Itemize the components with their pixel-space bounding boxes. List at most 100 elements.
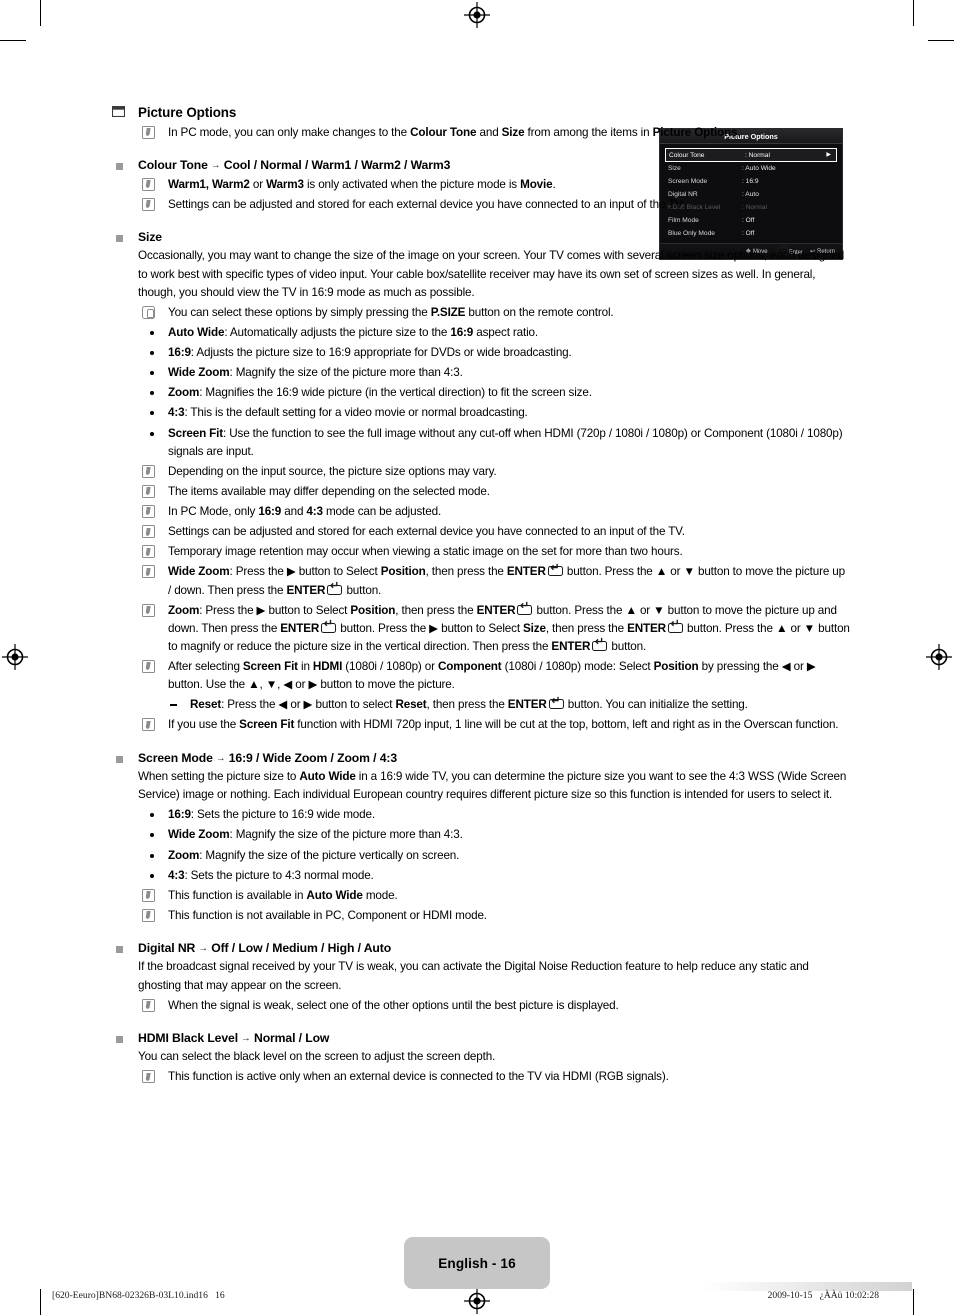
dot-bullet-icon xyxy=(150,330,154,335)
dot-bullet-icon xyxy=(150,351,154,356)
note-pencil-icon xyxy=(142,888,155,907)
size-heading: Size xyxy=(138,229,162,244)
note-item: This function is available in Auto Wide … xyxy=(138,887,850,905)
hdmi-black-level-heading: HDMI Black Level → Normal / Low xyxy=(138,1030,330,1045)
bullet-text: Screen Fit: Use the function to see the … xyxy=(168,426,843,458)
note-pencil-icon xyxy=(142,718,155,736)
registration-mark-top xyxy=(464,2,490,28)
note-item: If you use the Screen Fit function with … xyxy=(138,716,850,734)
note-text: Depending on the input source, the pictu… xyxy=(168,464,497,478)
colour-tone-notes: Warm1, Warm2 or Warm3 is only activated … xyxy=(138,176,850,214)
size-notes: Depending on the input source, the pictu… xyxy=(138,463,850,735)
note-pencil-icon xyxy=(142,126,155,144)
square-bullet-icon xyxy=(116,1035,123,1043)
note-pencil-icon xyxy=(142,565,155,583)
digital-nr-paragraph: If the broadcast signal received by your… xyxy=(138,960,809,992)
bullet-text: Wide Zoom: Magnify the size of the pictu… xyxy=(168,828,463,842)
note-item: Warm1, Warm2 or Warm3 is only activated … xyxy=(138,176,850,194)
bullet-text: Auto Wide: Automatically adjusts the pic… xyxy=(168,325,538,339)
note-pencil-icon xyxy=(142,505,155,523)
note-pencil-icon xyxy=(142,484,155,503)
note-item: Zoom: Press the ▶ button to Select Posit… xyxy=(138,601,850,656)
bullet-item: Auto Wide: Automatically adjusts the pic… xyxy=(138,324,850,342)
crop-mark-top-right-horizontal xyxy=(928,40,954,41)
screen-mode-paragraph: When setting the picture size to Auto Wi… xyxy=(138,770,847,802)
square-bullet-icon xyxy=(116,234,123,242)
note-text: Settings can be adjusted and stored for … xyxy=(168,197,685,211)
size-remote-note: You can select these options by simply p… xyxy=(138,304,850,322)
bullet-text: 16:9: Sets the picture to 16:9 wide mode… xyxy=(168,808,375,822)
bullet-text: 4:3: This is the default setting for a v… xyxy=(168,406,528,420)
bullet-item: Zoom: Magnify the size of the picture ve… xyxy=(138,847,850,865)
note-text: You can select these options by simply p… xyxy=(168,305,614,319)
note-text: This function is not available in PC, Co… xyxy=(168,908,487,922)
note-pencil-icon xyxy=(142,603,155,622)
note-text: This function is active only when an ext… xyxy=(168,1070,669,1084)
colour-tone-heading: Colour Tone → Cool / Normal / Warm1 / Wa… xyxy=(138,158,451,173)
size-paragraph: Occasionally, you may want to change the… xyxy=(138,249,845,299)
bullet-item: Screen Fit: Use the function to see the … xyxy=(138,425,850,461)
note-item: After selecting Screen Fit in HDMI (1080… xyxy=(138,658,850,694)
size-bullets: Auto Wide: Automatically adjusts the pic… xyxy=(138,324,850,461)
square-bullet-icon xyxy=(116,163,123,171)
section-picture-options: Picture Options In PC mode, you can only… xyxy=(110,104,850,142)
screen-mode-bullets: 16:9: Sets the picture to 16:9 wide mode… xyxy=(138,806,850,885)
note-item: When the signal is weak, select one of t… xyxy=(138,997,850,1015)
note-pencil-icon xyxy=(142,525,155,543)
bullet-text: 16:9: Adjusts the picture size to 16:9 a… xyxy=(168,346,572,360)
note-pencil-icon xyxy=(142,545,155,563)
note-item: Temporary image retention may occur when… xyxy=(138,543,850,561)
screen-mode-notes: This function is available in Auto Wide … xyxy=(138,887,850,925)
note-item: Depending on the input source, the pictu… xyxy=(138,463,850,481)
bullet-item: Wide Zoom: Magnify the size of the pictu… xyxy=(138,364,850,382)
dot-bullet-icon xyxy=(150,371,154,376)
crop-mark-top-right-vertical xyxy=(913,0,914,26)
square-bullet-icon xyxy=(116,946,123,953)
footer-filename: [620-Eeuro]BN68-02326B-03L10.ind16 16 xyxy=(52,1290,225,1301)
page-content: Picture Options In PC mode, you can only… xyxy=(110,104,850,1087)
note-text: Wide Zoom: Press the ▶ button to Select … xyxy=(168,563,845,597)
note-item: The items available may differ depending… xyxy=(138,483,850,501)
bullet-item: Zoom: Magnifies the 16:9 wide picture (i… xyxy=(138,384,850,402)
note-text: In PC mode, you can only make changes to… xyxy=(168,126,741,140)
note-text: This function is available in Auto Wide … xyxy=(168,888,398,902)
section-digital-nr: Digital NR → Off / Low / Medium / High /… xyxy=(110,940,850,1015)
note-item: In PC Mode, only 16:9 and 4:3 mode can b… xyxy=(138,503,850,521)
note-item: Wide Zoom: Press the ▶ button to Select … xyxy=(138,563,850,599)
crop-mark-top-left-horizontal xyxy=(0,40,26,41)
bullet-item: 4:3: Sets the picture to 4:3 normal mode… xyxy=(138,867,850,885)
note-text: The items available may differ depending… xyxy=(168,484,490,498)
section-size: Size Occasionally, you may want to chang… xyxy=(110,229,850,735)
note-text: Temporary image retention may occur when… xyxy=(168,545,683,559)
dash-bullet-icon xyxy=(170,704,177,706)
note-pencil-icon xyxy=(142,197,155,216)
bullet-text: Zoom: Magnify the size of the picture ve… xyxy=(168,848,460,862)
remote-button-icon xyxy=(142,305,155,324)
note-pencil-icon xyxy=(142,660,155,678)
book-bullet-icon xyxy=(112,106,125,117)
dot-bullet-icon xyxy=(150,431,154,436)
note-pencil-icon xyxy=(142,177,155,196)
crop-mark-bottom-left-vertical xyxy=(40,1289,41,1315)
hdmi-black-level-notes: This function is active only when an ext… xyxy=(138,1068,850,1086)
bullet-item: Wide Zoom: Magnify the size of the pictu… xyxy=(138,826,850,844)
note-text: Zoom: Press the ▶ button to Select Posit… xyxy=(168,601,850,653)
note-text: Settings can be adjusted and stored for … xyxy=(168,525,685,539)
registration-mark-left xyxy=(2,644,28,670)
registration-mark-bottom xyxy=(464,1288,490,1314)
digital-nr-heading: Digital NR → Off / Low / Medium / High /… xyxy=(138,941,392,955)
registration-mark-right xyxy=(926,644,952,670)
bullet-item: 16:9: Adjusts the picture size to 16:9 a… xyxy=(138,344,850,362)
note-item: This function is active only when an ext… xyxy=(138,1068,850,1086)
reset-sub-item: Reset: Press the ◀ or ▶ button to select… xyxy=(138,696,850,714)
screen-mode-heading: Screen Mode → 16:9 / Wide Zoom / Zoom / … xyxy=(138,750,398,765)
dot-bullet-icon xyxy=(150,853,154,858)
section-hdmi-black-level: HDMI Black Level → Normal / Low You can … xyxy=(110,1030,850,1087)
note-item: This function is not available in PC, Co… xyxy=(138,907,850,925)
hdmi-black-level-paragraph: You can select the black level on the sc… xyxy=(138,1050,496,1064)
crop-mark-top-left-vertical xyxy=(40,0,41,26)
note-item: Settings can be adjusted and stored for … xyxy=(138,196,850,214)
reset-text: Reset: Press the ◀ or ▶ button to select… xyxy=(190,696,748,712)
page-number-badge: English - 16 xyxy=(404,1237,550,1289)
note-pencil-icon xyxy=(142,464,155,483)
